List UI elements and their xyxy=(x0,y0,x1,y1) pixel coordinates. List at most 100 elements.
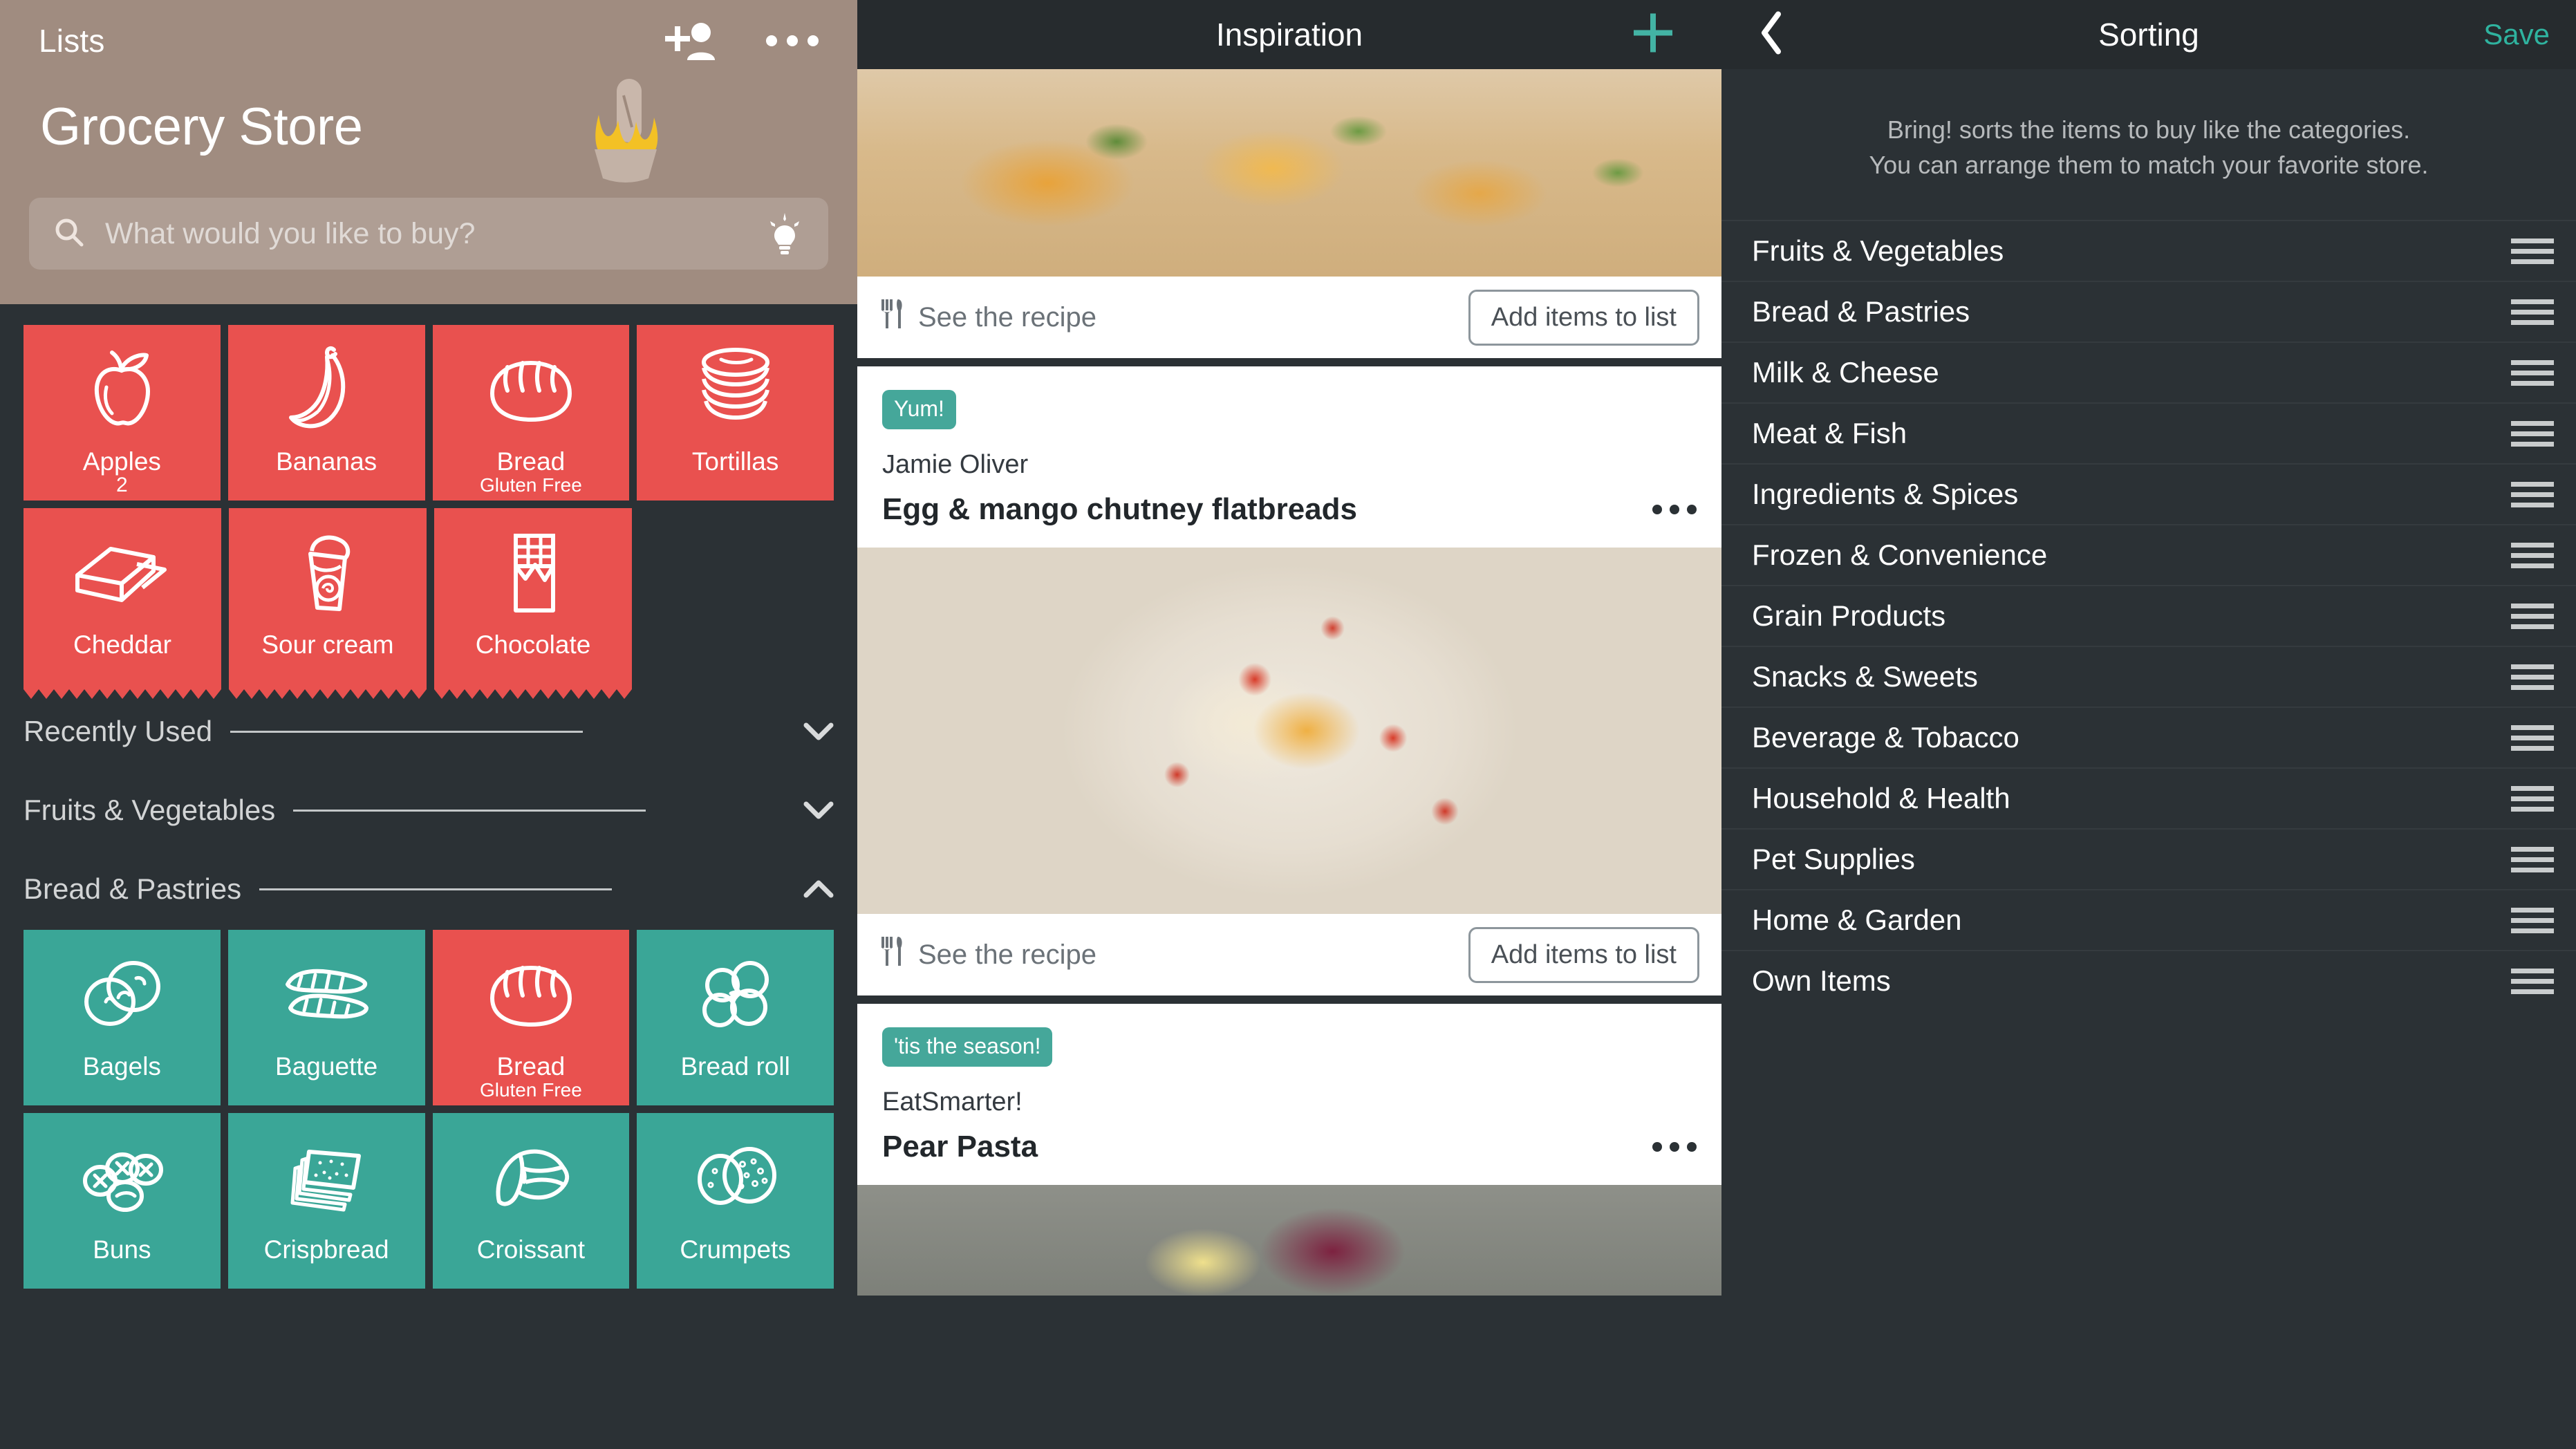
tile-row: Apples 2 Bananas Bread Gluten Free Torti… xyxy=(24,325,834,501)
see-recipe-label: See the recipe xyxy=(918,301,1096,333)
drag-handle-icon[interactable] xyxy=(2511,968,2554,994)
chevron-left-icon[interactable] xyxy=(1759,11,1782,58)
sorting-panel: Sorting Save Bring! sorts the items to b… xyxy=(1721,0,2576,1449)
bread-roll-icon xyxy=(637,948,834,1039)
item-tile-bagels[interactable]: Bagels xyxy=(24,930,221,1105)
grocery-list-panel: Lists Grocery Store What would you like … xyxy=(0,0,857,1449)
more-options-icon[interactable] xyxy=(1652,505,1697,514)
item-tile-croissant[interactable]: Croissant xyxy=(432,1113,630,1289)
more-options-icon[interactable] xyxy=(1652,1142,1697,1152)
recipe-photo[interactable] xyxy=(857,1185,1721,1296)
section-header-bread-pastries[interactable]: Bread & Pastries xyxy=(0,858,857,920)
sorting-row[interactable]: Meat & Fish xyxy=(1721,402,2576,463)
recipe-card[interactable]: See the recipe Add items to list xyxy=(857,69,1721,358)
recipe-card[interactable]: 'tis the season! EatSmarter! Pear Pasta xyxy=(857,1004,1721,1296)
drag-handle-icon[interactable] xyxy=(2511,542,2554,568)
see-recipe-link[interactable]: See the recipe xyxy=(879,298,1096,337)
item-tile-cheddar[interactable]: Cheddar xyxy=(24,508,221,699)
chevron-down-icon[interactable] xyxy=(803,722,834,741)
recipe-photo[interactable] xyxy=(857,69,1721,277)
sour-cream-cup-icon xyxy=(229,526,427,617)
drag-handle-icon[interactable] xyxy=(2511,846,2554,872)
sorting-row[interactable]: Milk & Cheese xyxy=(1721,342,2576,402)
item-tile-bananas[interactable]: Bananas xyxy=(227,325,425,501)
item-sublabel: Gluten Free xyxy=(479,1079,582,1101)
crispbread-icon xyxy=(228,1131,425,1222)
drag-handle-icon[interactable] xyxy=(2511,299,2554,325)
sorting-description-line2: You can arrange them to match your favor… xyxy=(1869,151,2429,180)
sorting-row[interactable]: Household & Health xyxy=(1721,767,2576,828)
more-options-icon[interactable] xyxy=(766,35,819,46)
drag-handle-icon[interactable] xyxy=(2511,420,2554,447)
section-header-fruits-vegetables[interactable]: Fruits & Vegetables xyxy=(0,779,857,841)
sorting-row[interactable]: Grain Products xyxy=(1721,585,2576,646)
sorting-row-label: Grain Products xyxy=(1752,599,1946,633)
sorting-row[interactable]: Frozen & Convenience xyxy=(1721,524,2576,585)
item-label: Bread xyxy=(496,1052,566,1081)
item-tile-bread-roll[interactable]: Bread roll xyxy=(637,930,834,1105)
recipe-photo[interactable] xyxy=(857,548,1721,914)
item-tile-sour-cream[interactable]: Sour cream xyxy=(229,508,427,699)
item-label: Crispbread xyxy=(263,1235,389,1264)
search-input[interactable]: What would you like to buy? xyxy=(29,198,828,270)
recipe-card-footer: See the recipe Add items to list xyxy=(857,277,1721,358)
sorting-row[interactable]: Bread & Pastries xyxy=(1721,281,2576,342)
item-tile-crispbread[interactable]: Crispbread xyxy=(227,1113,425,1289)
item-tile-bread-gluten-free-2[interactable]: Bread Gluten Free xyxy=(432,930,630,1105)
add-person-icon[interactable] xyxy=(665,21,716,60)
recipe-title-row: Pear Pasta xyxy=(882,1130,1697,1164)
chocolate-bar-icon xyxy=(434,526,632,617)
sorting-row[interactable]: Own Items xyxy=(1721,950,2576,1011)
chevron-up-icon[interactable] xyxy=(803,879,834,899)
plus-icon[interactable] xyxy=(1631,11,1675,59)
sorting-row[interactable]: Fruits & Vegetables xyxy=(1721,220,2576,281)
add-items-to-list-button[interactable]: Add items to list xyxy=(1468,289,1699,346)
recipe-title: Egg & mango chutney flatbreads xyxy=(882,492,1357,526)
tile-row: Buns Crispbread Croissant Crumpets xyxy=(24,1113,834,1289)
sorting-row[interactable]: Snacks & Sweets xyxy=(1721,646,2576,707)
drag-handle-icon[interactable] xyxy=(2511,907,2554,933)
banana-icon xyxy=(228,343,425,434)
cheese-block-icon xyxy=(24,526,221,617)
list-header: Lists Grocery Store What would you like … xyxy=(0,0,857,304)
drag-handle-icon[interactable] xyxy=(2511,603,2554,629)
drag-handle-icon[interactable] xyxy=(2511,724,2554,751)
drag-handle-icon[interactable] xyxy=(2511,481,2554,507)
sorting-row[interactable]: Ingredients & Spices xyxy=(1721,463,2576,524)
search-icon xyxy=(54,217,84,251)
item-tile-bread-gluten-free[interactable]: Bread Gluten Free xyxy=(432,325,630,501)
search-placeholder: What would you like to buy? xyxy=(105,216,476,250)
sorting-header: Sorting Save xyxy=(1721,0,2576,69)
sorting-row-label: Beverage & Tobacco xyxy=(1752,721,2019,754)
inspiration-header: Inspiration xyxy=(857,0,1721,69)
item-label: Bread roll xyxy=(680,1052,790,1081)
item-tile-tortillas[interactable]: Tortillas xyxy=(637,325,834,501)
drag-handle-icon[interactable] xyxy=(2511,664,2554,690)
item-tile-baguette[interactable]: Baguette xyxy=(227,930,425,1105)
sorting-row[interactable]: Beverage & Tobacco xyxy=(1721,707,2576,767)
sorting-row[interactable]: Pet Supplies xyxy=(1721,828,2576,889)
app-root: Lists Grocery Store What would you like … xyxy=(0,0,2576,1449)
item-tile-chocolate[interactable]: Chocolate xyxy=(434,508,632,699)
save-button[interactable]: Save xyxy=(2483,18,2550,51)
see-recipe-link[interactable]: See the recipe xyxy=(879,935,1096,974)
chevron-down-icon[interactable] xyxy=(803,801,834,820)
sorting-row[interactable]: Home & Garden xyxy=(1721,889,2576,950)
recipe-title: Pear Pasta xyxy=(882,1130,1038,1163)
drag-handle-icon[interactable] xyxy=(2511,238,2554,264)
section-header-recently-used[interactable]: Recently Used xyxy=(0,700,857,763)
recipe-card[interactable]: Yum! Jamie Oliver Egg & mango chutney fl… xyxy=(857,366,1721,995)
item-tile-crumpets[interactable]: Crumpets xyxy=(637,1113,834,1289)
item-tile-buns[interactable]: Buns xyxy=(24,1113,221,1289)
sorting-row-label: Meat & Fish xyxy=(1752,417,1907,450)
add-items-to-list-button[interactable]: Add items to list xyxy=(1468,926,1699,983)
drag-handle-icon[interactable] xyxy=(2511,359,2554,386)
bowl-illustration xyxy=(560,73,691,198)
drag-handle-icon[interactable] xyxy=(2511,785,2554,812)
item-label: Crumpets xyxy=(680,1235,791,1264)
item-tile-apples[interactable]: Apples 2 xyxy=(24,325,221,501)
back-to-lists-button[interactable]: Lists xyxy=(39,22,105,59)
active-items-grid: Apples 2 Bananas Bread Gluten Free Torti… xyxy=(0,304,857,699)
lightbulb-icon[interactable] xyxy=(766,212,803,256)
bread-loaf-icon xyxy=(433,343,630,434)
